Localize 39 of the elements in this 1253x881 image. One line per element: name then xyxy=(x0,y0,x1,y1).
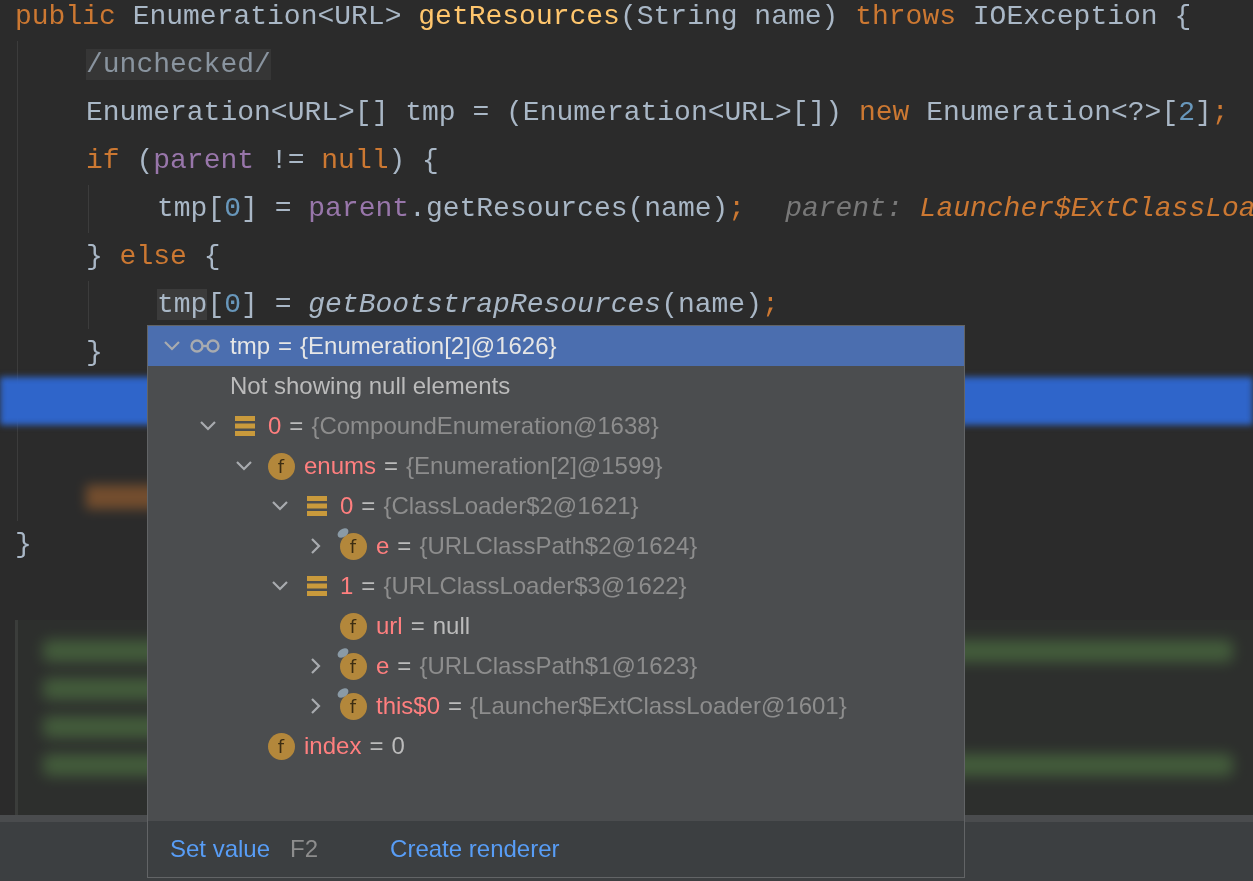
array-icon xyxy=(234,415,256,437)
code-line: if (parent != null) { xyxy=(86,144,439,178)
field-icon: f xyxy=(267,452,295,480)
code-line: tmp[0] = parent.getResources(name); parent: Launcher$ExtClassLoa xyxy=(157,192,1253,226)
variable-text: url = null xyxy=(376,612,471,640)
tree-row[interactable]: f enums = {Enumeration[2]@1599} xyxy=(148,446,964,486)
code-line: } xyxy=(86,336,103,370)
variable-text: enums = {Enumeration[2]@1599} xyxy=(304,452,663,480)
variable-text: 0 = {ClassLoader$2@1621} xyxy=(340,492,639,520)
tree-note: Not showing null elements xyxy=(230,372,511,400)
tree-row[interactable]: 0 = {CompoundEnumeration@1638} xyxy=(148,406,964,446)
tree-row[interactable]: tmp = {Enumeration[2]@1626} xyxy=(148,326,964,366)
variable-text: e = {URLClassPath$1@1623} xyxy=(376,652,698,680)
field-icon: f xyxy=(267,732,295,760)
variable-text: 0 = {CompoundEnumeration@1638} xyxy=(268,412,659,440)
tree-row[interactable]: f index = 0 xyxy=(148,726,964,766)
code-line: tmp[0] = getBootstrapResources(name); xyxy=(157,288,779,322)
variable-text: tmp = {Enumeration[2]@1626} xyxy=(230,332,557,360)
glasses-icon xyxy=(189,338,221,354)
tree-row[interactable]: f e = {URLClassPath$1@1623} xyxy=(148,646,964,686)
array-icon xyxy=(306,575,328,597)
array-icon xyxy=(306,495,328,517)
tree-row[interactable]: 0 = {ClassLoader$2@1621} xyxy=(148,486,964,526)
tree-row[interactable]: f e = {URLClassPath$2@1624} xyxy=(148,526,964,566)
code-line: Enumeration<URL>[] tmp = (Enumeration<URL>[]) new Enumeration<?>[2]; xyxy=(86,96,1229,130)
variable-text: e = {URLClassPath$2@1624} xyxy=(376,532,698,560)
variable-text: this$0 = {Launcher$ExtClassLoader@1601} xyxy=(376,692,847,720)
tree-row[interactable]: f this$0 = {Launcher$ExtClassLoader@1601} xyxy=(148,686,964,726)
code-line: } else { xyxy=(86,240,221,274)
code-line: } xyxy=(15,528,32,562)
tree-row[interactable]: f url = null xyxy=(148,606,964,646)
action-link[interactable]: Set value xyxy=(170,835,271,863)
code-line: public Enumeration<URL> getResources(String name) throws IOException { xyxy=(15,0,1192,34)
tree-row[interactable]: 1 = {URLClassLoader$3@1622} xyxy=(148,566,964,606)
field-icon: f xyxy=(339,612,367,640)
shortcut-text: F2 xyxy=(290,835,319,863)
variable-text: index = 0 xyxy=(304,732,405,760)
action-link[interactable]: Create renderer xyxy=(390,835,560,863)
variable-text: 1 = {URLClassLoader$3@1622} xyxy=(340,572,687,600)
